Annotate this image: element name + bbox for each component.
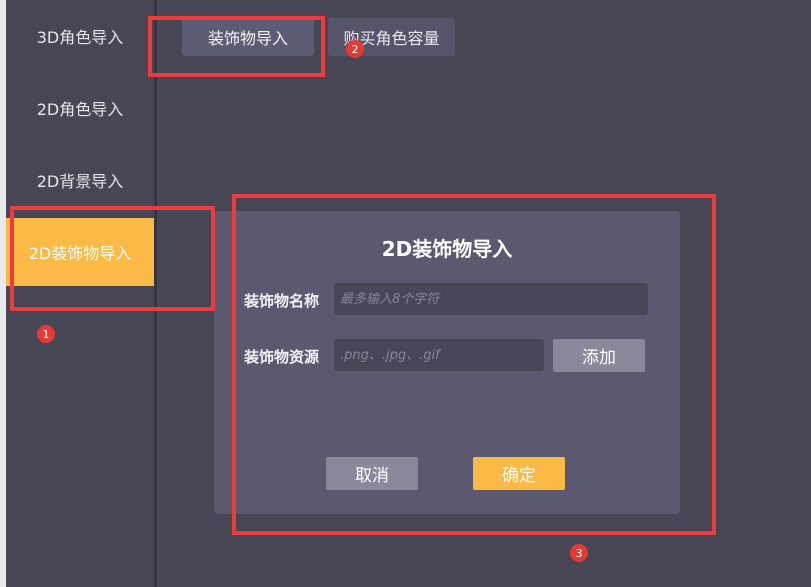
decoration-name-input[interactable] [334,283,648,315]
sidebar-item-2d-character-import[interactable]: 2D角色导入 [6,76,154,140]
tab-decoration-import[interactable]: 装饰物导入 [182,18,314,56]
annotation-badge-3: 3 [570,544,588,562]
decoration-name-label: 装饰物名称 [244,292,320,310]
annotation-badge-2: 2 [346,40,364,58]
cancel-button-label: 取消 [355,466,389,486]
confirm-button-label: 确定 [502,466,536,486]
sidebar-item-label: 2D装饰物导入 [28,244,132,263]
decoration-resource-input[interactable] [334,339,544,371]
annotation-badge-1: 1 [37,325,55,343]
sidebar-item-2d-background-import[interactable]: 2D背景导入 [6,148,154,212]
add-resource-button[interactable]: 添加 [553,339,645,372]
dialog-title: 2D装饰物导入 [381,237,513,261]
tab-label: 装饰物导入 [207,29,288,48]
decoration-import-dialog: 2D装饰物导入 装饰物名称 装饰物资源 添加 取消 确定 [214,211,680,514]
sidebar-item-label: 3D角色导入 [36,28,124,47]
sidebar-item-label: 2D背景导入 [36,172,124,191]
confirm-button[interactable]: 确定 [473,457,565,490]
sidebar-item-label: 2D角色导入 [36,100,124,119]
sidebar-divider [154,0,157,587]
cancel-button[interactable]: 取消 [326,457,418,490]
add-button-label: 添加 [582,348,616,368]
decoration-resource-label: 装饰物资源 [244,348,320,366]
sidebar-item-3d-character-import[interactable]: 3D角色导入 [6,4,154,68]
sidebar-item-2d-decoration-import[interactable]: 2D装饰物导入 [6,218,154,286]
sidebar: 3D角色导入 2D角色导入 2D背景导入 2D装饰物导入 [6,0,154,587]
